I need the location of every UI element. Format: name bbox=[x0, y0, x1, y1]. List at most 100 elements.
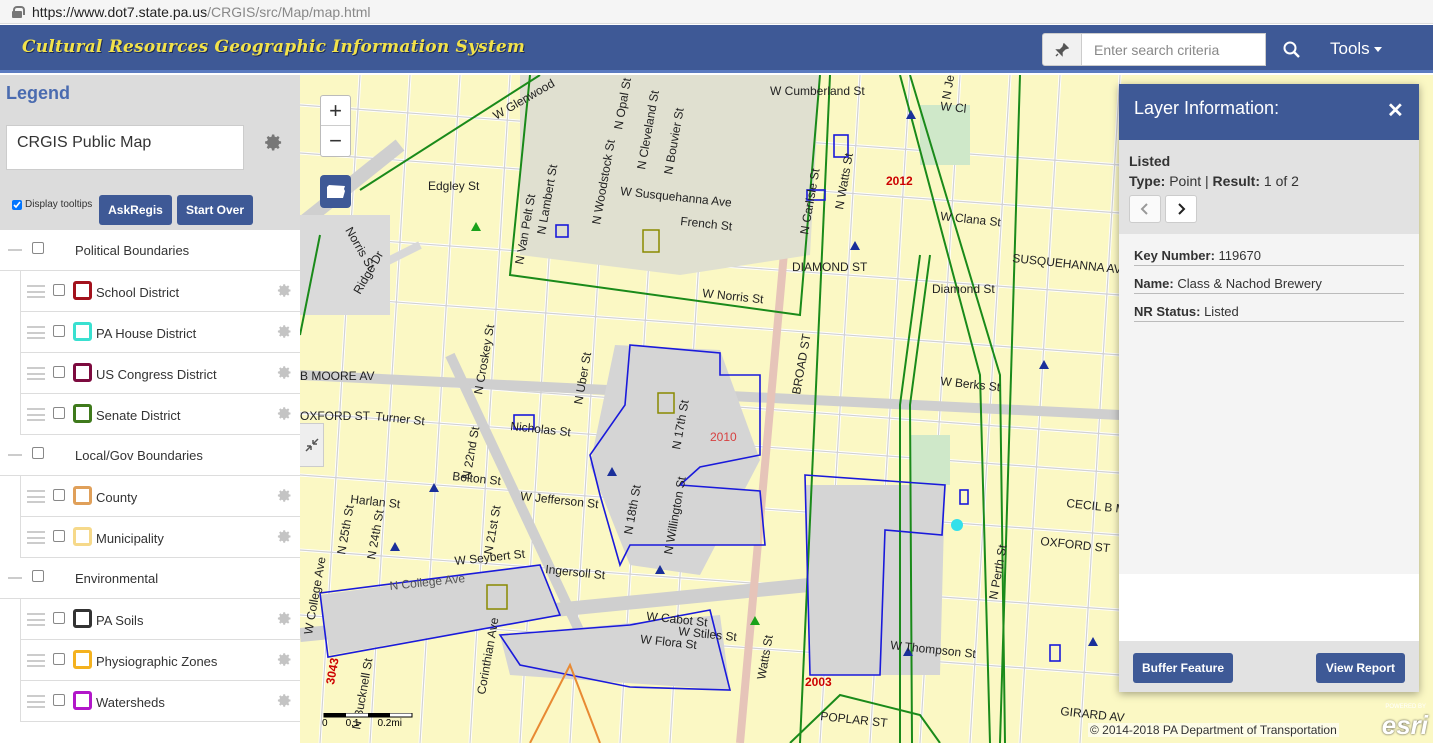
layer-checkbox[interactable] bbox=[53, 407, 65, 419]
drag-handle-icon[interactable] bbox=[27, 654, 45, 667]
group-checkbox[interactable] bbox=[32, 570, 44, 582]
askregis-button[interactable]: AskRegis bbox=[99, 195, 172, 225]
group-political-boundaries[interactable]: Political Boundaries bbox=[0, 230, 300, 271]
gear-icon bbox=[277, 366, 291, 379]
start-over-button[interactable]: Start Over bbox=[177, 195, 253, 225]
layer-checkbox[interactable] bbox=[53, 284, 65, 296]
layer-physiographic-zones[interactable]: Physiographic Zones bbox=[20, 640, 300, 681]
esri-logo: POWERED BY esri bbox=[1372, 700, 1430, 740]
layer-swatch bbox=[73, 281, 92, 300]
layer-settings-button[interactable] bbox=[277, 283, 292, 301]
svg-text:B MOORE AV: B MOORE AV bbox=[300, 369, 374, 383]
drag-handle-icon[interactable] bbox=[27, 490, 45, 503]
layer-municipality[interactable]: Municipality bbox=[20, 517, 300, 558]
attribute-label: Key Number: bbox=[1134, 248, 1215, 263]
collapse-icon[interactable] bbox=[8, 249, 22, 251]
gear-icon bbox=[277, 694, 291, 707]
drag-handle-icon[interactable] bbox=[27, 531, 45, 544]
svg-text:N 25th St: N 25th St bbox=[334, 503, 357, 555]
layer-county[interactable]: County bbox=[20, 476, 300, 517]
layer-pa-house-district[interactable]: PA House District bbox=[20, 312, 300, 353]
drag-handle-icon[interactable] bbox=[27, 326, 45, 339]
collapse-panel-button[interactable] bbox=[300, 423, 324, 467]
layer-us-congress-district[interactable]: US Congress District bbox=[20, 353, 300, 394]
svg-text:POPLAR ST: POPLAR ST bbox=[820, 709, 889, 730]
collapse-icon[interactable] bbox=[8, 577, 22, 579]
app-header: Cultural Resources Geographic Informatio… bbox=[0, 25, 1433, 73]
layer-checkbox[interactable] bbox=[53, 366, 65, 378]
group-environmental[interactable]: Environmental bbox=[0, 558, 300, 599]
tools-menu[interactable]: Tools bbox=[1330, 39, 1382, 59]
layer-settings-button[interactable] bbox=[277, 365, 292, 383]
search-input[interactable] bbox=[1082, 33, 1266, 66]
svg-text:W Jefferson St: W Jefferson St bbox=[520, 489, 600, 511]
drag-handle-icon[interactable] bbox=[27, 613, 45, 626]
group-checkbox[interactable] bbox=[32, 447, 44, 459]
zoom-out-button[interactable]: − bbox=[321, 126, 350, 156]
view-report-button[interactable]: View Report bbox=[1316, 653, 1405, 683]
display-tooltips-toggle[interactable]: Display tooltips bbox=[12, 199, 92, 210]
layer-settings-button[interactable] bbox=[277, 652, 292, 670]
layer-settings-button[interactable] bbox=[277, 693, 292, 711]
layer-checkbox[interactable] bbox=[53, 694, 65, 706]
layer-settings-button[interactable] bbox=[277, 488, 292, 506]
attribute-value: Listed bbox=[1204, 304, 1239, 319]
layer-label: Physiographic Zones bbox=[96, 654, 218, 669]
close-button[interactable]: ✕ bbox=[1387, 98, 1404, 123]
layer-checkbox[interactable] bbox=[53, 653, 65, 665]
svg-text:Watts St: Watts St bbox=[754, 633, 776, 680]
buffer-feature-button[interactable]: Buffer Feature bbox=[1133, 653, 1233, 683]
svg-text:W Cl: W Cl bbox=[940, 99, 967, 116]
layer-settings-button[interactable] bbox=[277, 406, 292, 424]
gear-icon bbox=[277, 530, 291, 543]
map-name-field[interactable]: CRGIS Public Map bbox=[6, 125, 244, 170]
map-settings-button[interactable] bbox=[264, 133, 283, 157]
layer-settings-button[interactable] bbox=[277, 529, 292, 547]
svg-text:OXFORD ST: OXFORD ST bbox=[1040, 534, 1112, 555]
drag-handle-icon[interactable] bbox=[27, 695, 45, 708]
layer-pa-soils[interactable]: PA Soils bbox=[20, 599, 300, 640]
drag-handle-icon[interactable] bbox=[27, 285, 45, 298]
svg-text:Harlan St: Harlan St bbox=[350, 492, 402, 511]
tooltips-label: Display tooltips bbox=[25, 199, 93, 210]
search-button[interactable] bbox=[1276, 35, 1306, 63]
type-result-line: Type: Point | Result: 1 of 2 bbox=[1129, 173, 1299, 189]
layer-label: County bbox=[96, 490, 138, 505]
result-label: Result: bbox=[1212, 173, 1260, 189]
svg-text:N Perth St: N Perth St bbox=[986, 543, 1010, 601]
layer-settings-button[interactable] bbox=[277, 324, 292, 342]
info-panel-summary: Listed Type: Point | Result: 1 of 2 bbox=[1119, 140, 1419, 234]
layer-swatch bbox=[73, 691, 92, 710]
pa-extent-button[interactable] bbox=[320, 175, 351, 208]
layer-school-district[interactable]: School District bbox=[20, 271, 300, 312]
layer-watersheds[interactable]: Watersheds bbox=[20, 681, 300, 722]
layer-checkbox[interactable] bbox=[53, 325, 65, 337]
svg-text:Diamond St: Diamond St bbox=[932, 282, 995, 296]
gear-icon bbox=[277, 407, 291, 420]
layer-label: School District bbox=[96, 285, 180, 300]
drag-handle-icon[interactable] bbox=[27, 367, 45, 380]
group-local-gov-boundaries[interactable]: Local/Gov Boundaries bbox=[0, 435, 300, 476]
group-checkbox[interactable] bbox=[32, 242, 44, 254]
scale-label-2: 0.2mi bbox=[377, 718, 402, 729]
collapse-icon[interactable] bbox=[8, 454, 22, 456]
caret-down-icon bbox=[1373, 47, 1382, 53]
layer-settings-button[interactable] bbox=[277, 611, 292, 629]
layer-senate-district[interactable]: Senate District bbox=[20, 394, 300, 435]
zoom-in-button[interactable]: + bbox=[321, 96, 350, 126]
browser-url-bar[interactable]: https://www.dot7.state.pa.us/CRGIS/src/M… bbox=[0, 0, 1433, 24]
type-value: Point bbox=[1169, 173, 1202, 189]
drag-handle-icon[interactable] bbox=[27, 408, 45, 421]
layer-label: PA Soils bbox=[96, 613, 144, 628]
pin-button[interactable] bbox=[1042, 33, 1082, 66]
layer-list: Political Boundaries School District PA … bbox=[0, 230, 300, 722]
gear-icon bbox=[277, 653, 291, 666]
next-result-button[interactable] bbox=[1165, 195, 1197, 223]
attribute-value: Class & Nachod Brewery bbox=[1177, 276, 1322, 291]
previous-result-button[interactable] bbox=[1129, 195, 1161, 223]
layer-checkbox[interactable] bbox=[53, 530, 65, 542]
layer-checkbox[interactable] bbox=[53, 489, 65, 501]
group-label: Environmental bbox=[75, 571, 159, 586]
layer-checkbox[interactable] bbox=[53, 612, 65, 624]
tooltips-checkbox[interactable] bbox=[12, 199, 22, 210]
